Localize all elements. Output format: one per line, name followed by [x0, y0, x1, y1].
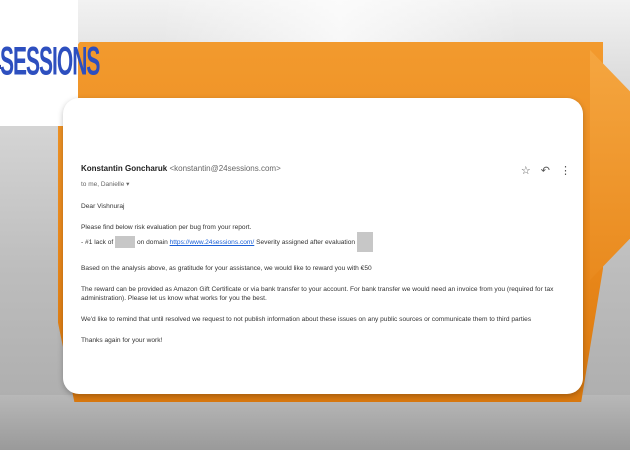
email-card: Konstantin Goncharuk <konstantin@24sessi… — [63, 98, 583, 394]
email-actions: ☆ ↶ ⋮ — [521, 164, 571, 177]
recipients[interactable]: to me, Danielle ▾ — [81, 180, 129, 188]
bug-line: - #1 lack of on domain https://www.24ses… — [81, 232, 571, 252]
email-header: Konstantin Goncharuk <konstantin@24sessi… — [81, 164, 281, 173]
payment-text: The reward can be provided as Amazon Gif… — [81, 286, 554, 302]
recipients-text: to me, Danielle — [81, 181, 125, 188]
domain-link[interactable]: https://www.24sessions.com/ — [170, 239, 255, 246]
redacted-block — [356, 232, 373, 252]
sender-email: <konstantin@24sessions.com> — [169, 164, 281, 173]
bug-prefix: - #1 lack of — [81, 238, 114, 246]
background-floor — [0, 395, 630, 450]
reward-text: Based on the analysis above, as gratitud… — [81, 265, 372, 272]
reply-icon[interactable]: ↶ — [541, 164, 550, 177]
bug-summary: Please find below risk evaluation per bu… — [81, 223, 571, 252]
chevron-down-icon[interactable]: ▾ — [126, 181, 129, 188]
greeting: Dear Vishnuraj — [81, 203, 125, 210]
sender-name: Konstantin Goncharuk — [81, 164, 168, 173]
bug-suffix: Severity assigned after evaluation — [256, 238, 356, 246]
intro-text: Please find below risk evaluation per bu… — [81, 224, 252, 231]
email-body: Dear Vishnuraj Please find below risk ev… — [81, 202, 571, 357]
star-icon[interactable]: ☆ — [521, 164, 531, 177]
redacted-block — [115, 236, 136, 248]
disclosure-text: We'd like to remind that until resolved … — [81, 316, 532, 323]
logo-text: 24SESSIONS — [0, 40, 100, 84]
thanks-text: Thanks again for your work! — [81, 337, 163, 344]
bug-middle: on domain — [136, 238, 168, 246]
more-options-icon[interactable]: ⋮ — [560, 164, 571, 177]
